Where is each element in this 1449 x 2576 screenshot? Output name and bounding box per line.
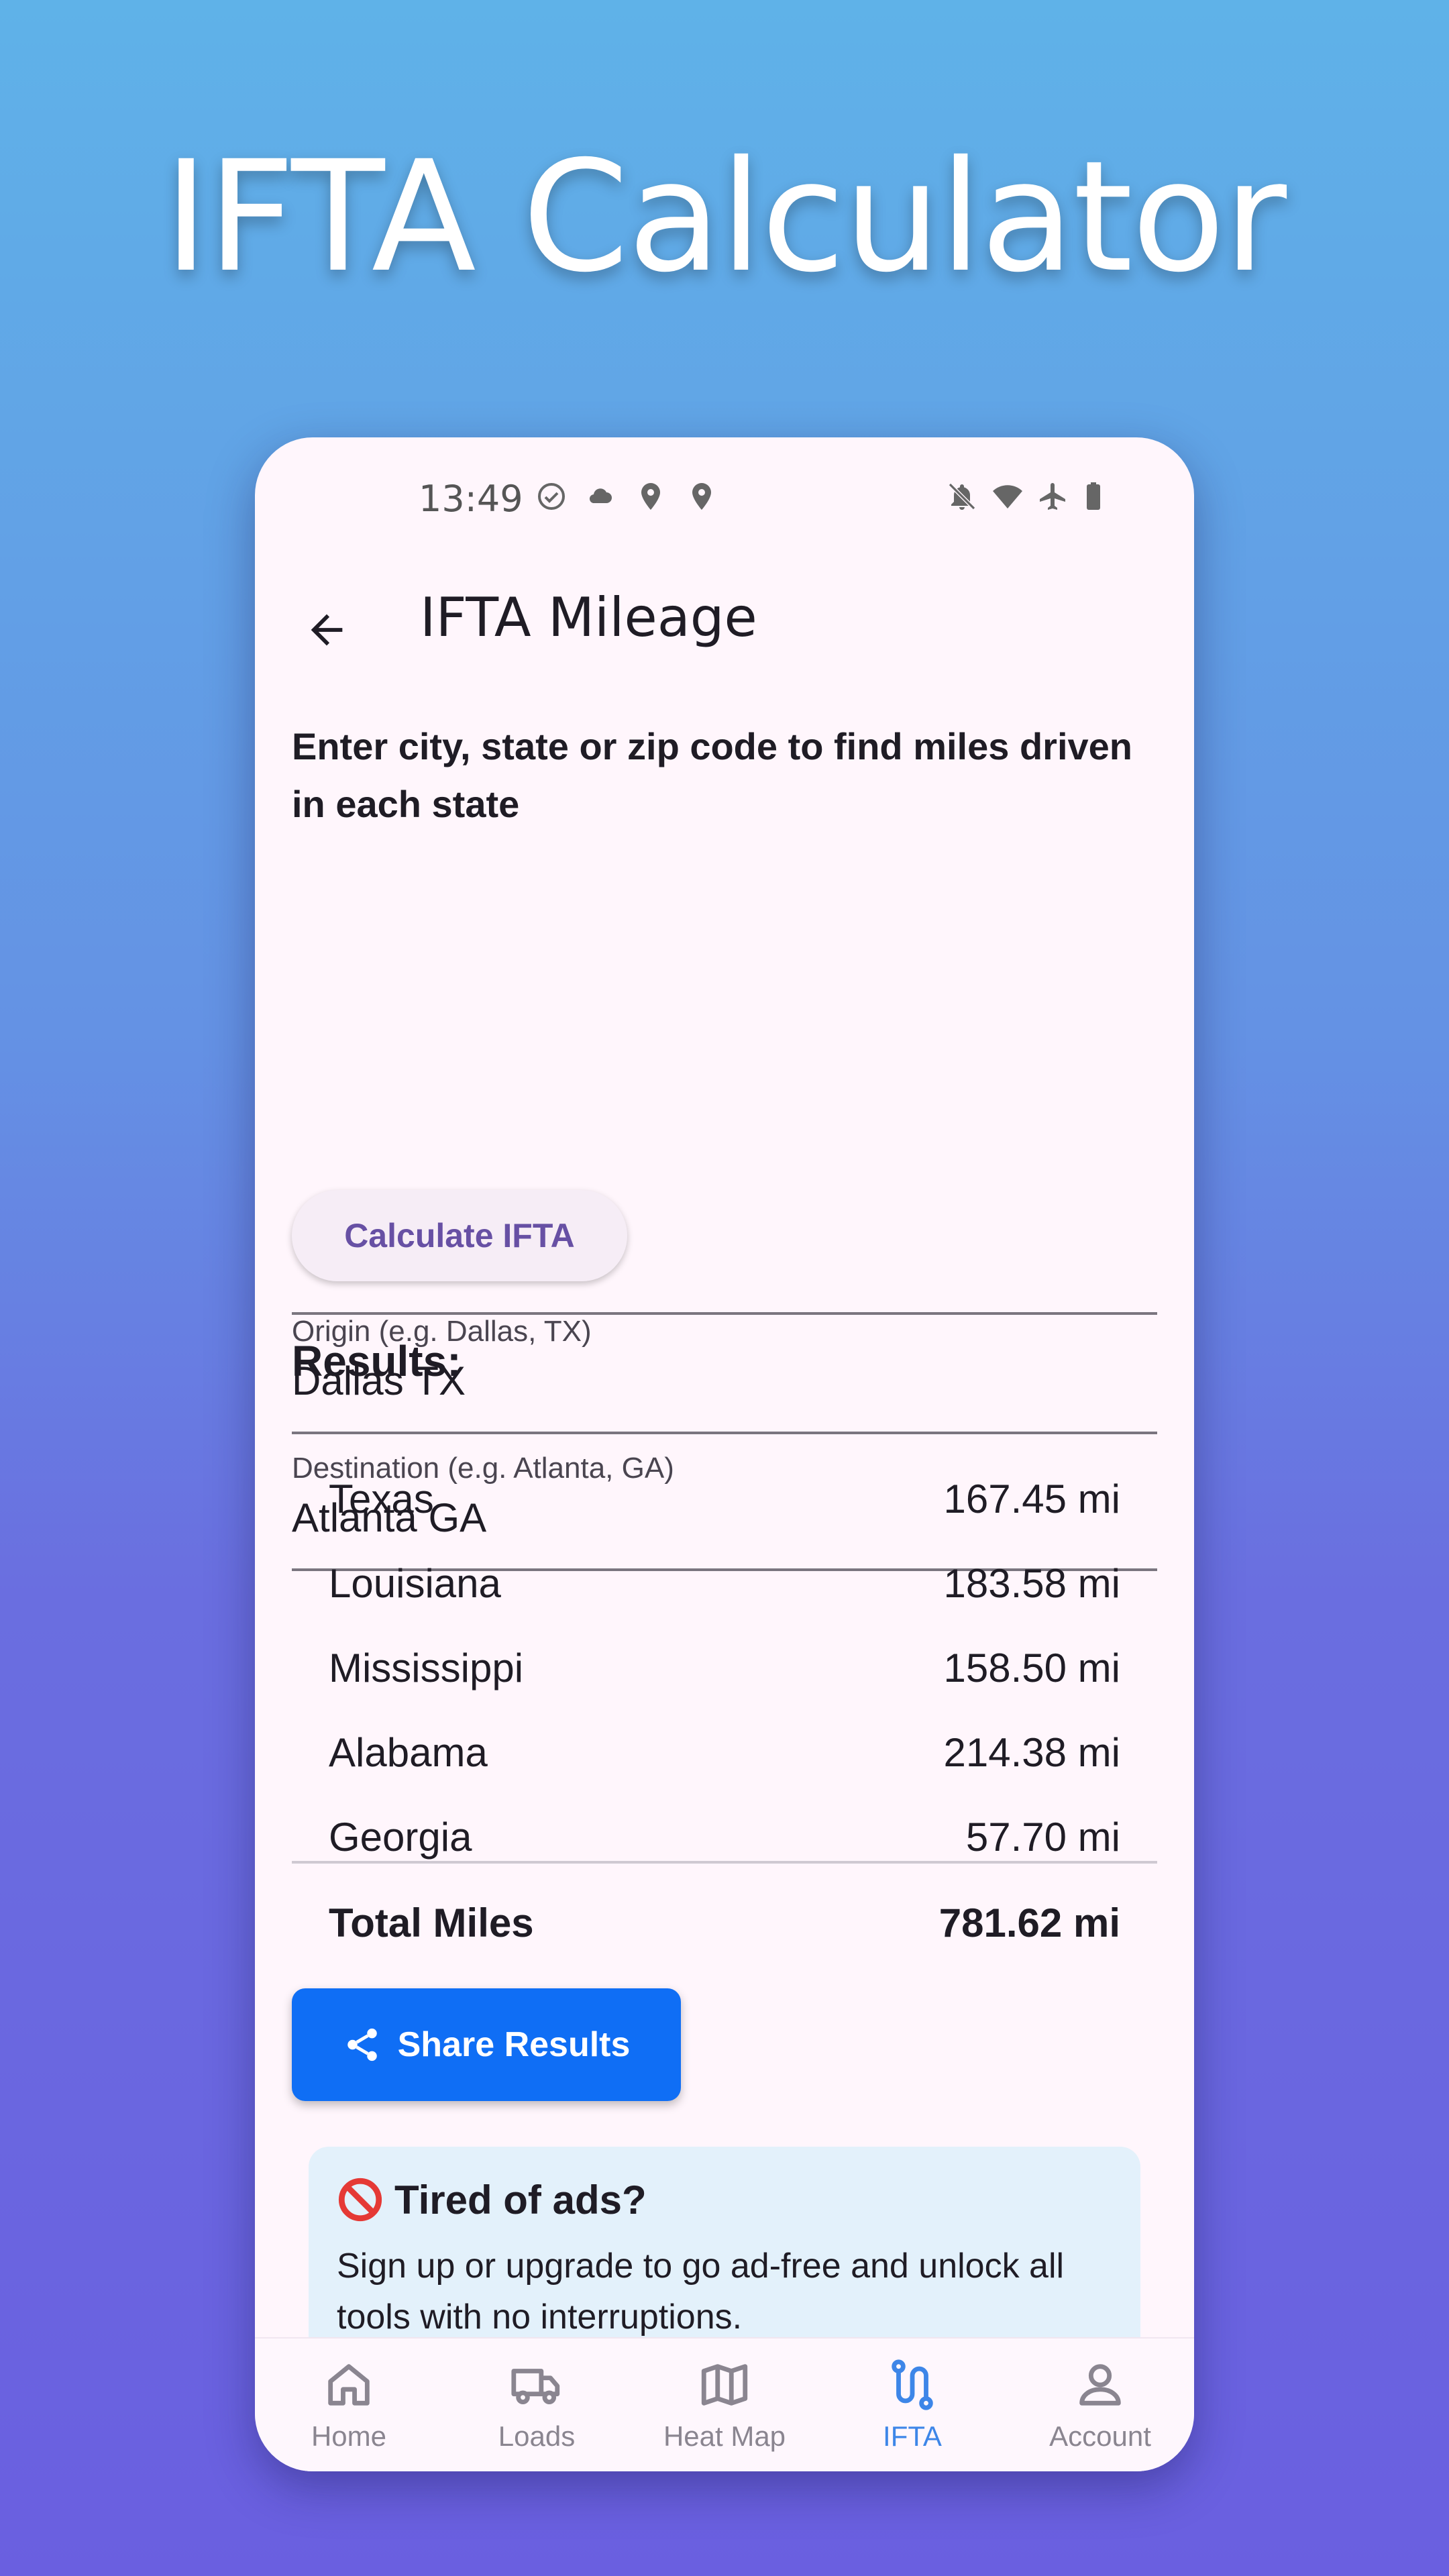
- notifications-off-icon: [948, 482, 976, 511]
- nav-label: Account: [1049, 2420, 1151, 2452]
- ad-free-card[interactable]: Tired of ads? Sign up or upgrade to go a…: [309, 2147, 1140, 2368]
- nav-label: Home: [311, 2420, 387, 2452]
- prohibited-icon: [338, 2178, 382, 2222]
- result-row: Georgia 57.70 mi: [329, 1803, 1120, 1870]
- nav-item-ifta[interactable]: IFTA: [818, 2339, 1006, 2471]
- airplane-icon: [1040, 483, 1065, 510]
- total-row: Total Miles 781.62 mi: [329, 1900, 1120, 1946]
- calculate-ifta-button[interactable]: Calculate IFTA: [292, 1190, 627, 1281]
- battery-icon: [1087, 482, 1100, 510]
- result-miles: 183.58 mi: [943, 1560, 1121, 1606]
- result-miles: 214.38 mi: [943, 1729, 1121, 1775]
- result-row: Texas 167.45 mi: [329, 1465, 1120, 1532]
- result-state: Louisiana: [329, 1560, 501, 1606]
- bottom-navigation: Home Loads Heat Map IFTA Account: [255, 2337, 1194, 2471]
- share-icon: [347, 2028, 377, 2061]
- results-divider: [292, 1861, 1157, 1864]
- instructions-text: Enter city, state or zip code to find mi…: [292, 725, 1132, 825]
- share-results-button[interactable]: Share Results: [292, 1988, 681, 2101]
- nav-label: Heat Map: [663, 2420, 786, 2452]
- result-row: Mississippi 158.50 mi: [329, 1634, 1120, 1701]
- result-state: Mississippi: [329, 1645, 524, 1690]
- promo-title: IFTA Calculator: [163, 127, 1287, 306]
- map-icon: [701, 2364, 748, 2406]
- back-arrow-icon: [311, 614, 343, 646]
- result-row: Alabama 214.38 mi: [329, 1719, 1120, 1786]
- total-value: 781.62 mi: [938, 1900, 1120, 1945]
- result-miles: 167.45 mi: [943, 1476, 1121, 1521]
- nav-item-loads[interactable]: Loads: [443, 2339, 631, 2471]
- account-icon: [1079, 2364, 1121, 2406]
- nav-item-home[interactable]: Home: [255, 2339, 443, 2471]
- location-pin-icon: [641, 483, 660, 510]
- location-pin-icon: [692, 483, 711, 510]
- result-state: Texas: [329, 1476, 434, 1521]
- share-results-label: Share Results: [397, 2025, 631, 2064]
- route-icon: [892, 2359, 933, 2410]
- nav-label: Loads: [498, 2420, 576, 2452]
- total-label: Total Miles: [329, 1900, 534, 1945]
- phone-screen: 13:49 IFTA Mileage Enter city, state or …: [255, 437, 1194, 2471]
- check-circle-icon: [538, 483, 565, 510]
- ad-card-body: Sign up or upgrade to go ad-free and unl…: [337, 2247, 1065, 2337]
- result-miles: 158.50 mi: [943, 1645, 1121, 1690]
- nav-item-account[interactable]: Account: [1006, 2339, 1194, 2471]
- nav-item-heat-map[interactable]: Heat Map: [631, 2339, 818, 2471]
- home-icon: [328, 2364, 370, 2406]
- wifi-icon: [993, 485, 1022, 508]
- result-miles: 57.70 mi: [965, 1814, 1120, 1860]
- page-title: IFTA Mileage: [420, 586, 757, 649]
- status-bar: 13:49: [255, 437, 1194, 555]
- result-state: Georgia: [329, 1814, 472, 1860]
- ad-card-title: Tired of ads?: [394, 2177, 647, 2222]
- result-state: Alabama: [329, 1729, 488, 1775]
- results-heading: Results:: [292, 1337, 462, 1385]
- back-button[interactable]: [290, 593, 364, 667]
- result-row: Louisiana 183.58 mi: [329, 1550, 1120, 1617]
- cloud-icon: [589, 488, 612, 503]
- truck-icon: [511, 2369, 560, 2405]
- status-time: 13:49: [419, 478, 523, 520]
- nav-label: IFTA: [883, 2420, 942, 2452]
